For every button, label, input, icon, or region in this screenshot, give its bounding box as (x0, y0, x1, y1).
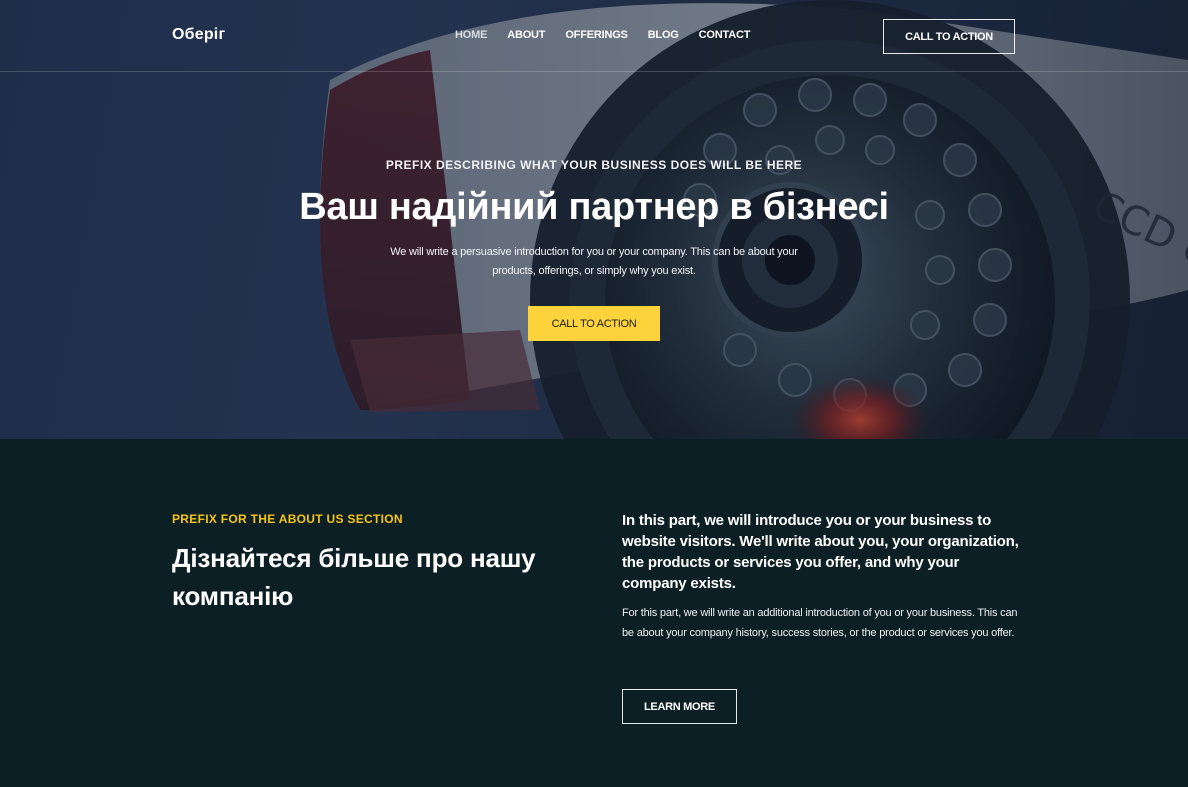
nav-about[interactable]: ABOUT (507, 29, 545, 41)
about-title: Дізнайтеся більше про нашу компанію (172, 543, 536, 611)
hero-call-to-action-button[interactable]: CALL TO ACTION (528, 306, 660, 341)
hero-title: Ваш надійний партнер в бізнесі (299, 186, 889, 228)
about-prefix: PREFIX FOR THE ABOUT US SECTION (172, 512, 403, 526)
site-logo[interactable]: Оберіг (172, 26, 225, 44)
header-call-to-action-button[interactable]: CALL TO ACTION (883, 19, 1015, 54)
hero-section: CCD cam Оберіг HOME ABOUT OFFERINGS BLOG… (0, 0, 1188, 439)
about-section: PREFIX FOR THE ABOUT US SECTION Дізнайте… (0, 439, 1188, 787)
hero-prefix: PREFIX DESCRIBING WHAT YOUR BUSINESS DOE… (385, 158, 803, 172)
about-lead-text: In this part, we will introduce you or y… (622, 512, 1019, 592)
learn-more-button[interactable]: LEARN MORE (622, 689, 737, 724)
nav-home[interactable]: HOME (455, 29, 487, 41)
main-nav: HOME ABOUT OFFERINGS BLOG CONTACT (455, 29, 770, 41)
about-body-text: For this part, we will write an addition… (622, 607, 1018, 639)
nav-contact[interactable]: CONTACT (699, 29, 751, 41)
hero-intro: We will write a persuasive introduction … (390, 246, 798, 277)
nav-blog[interactable]: BLOG (648, 29, 679, 41)
site-header: Оберіг HOME ABOUT OFFERINGS BLOG CONTACT… (0, 0, 1188, 72)
nav-offerings[interactable]: OFFERINGS (565, 29, 628, 41)
